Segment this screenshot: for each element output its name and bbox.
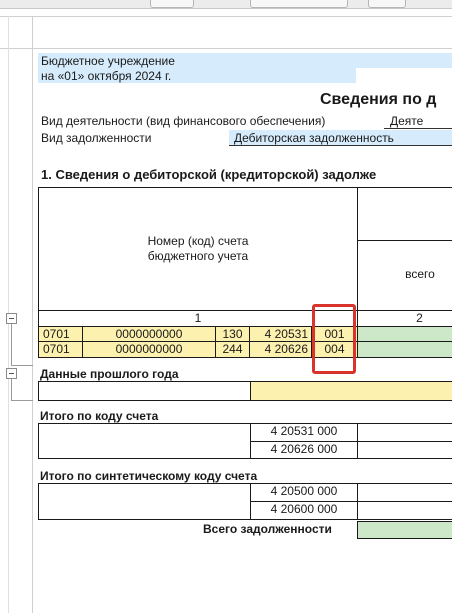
toolbar-button[interactable]	[150, 0, 194, 8]
col-number-1: 1	[38, 310, 358, 327]
col-number-2: 2	[357, 310, 452, 327]
col1-header-cell: Номер (код) счета бюджетного учета	[38, 187, 358, 311]
row2-c3[interactable]: 244	[215, 341, 250, 358]
grand-total-value	[357, 521, 452, 539]
gutter-divider	[32, 16, 33, 613]
total-by-account-label: Итого по коду счета	[40, 409, 159, 423]
debt-type-value[interactable]: Дебиторская задолженность	[234, 131, 394, 145]
row2-total[interactable]	[357, 341, 452, 358]
collapse-group-icon[interactable]	[6, 368, 17, 379]
total-by-account-value-2	[357, 441, 452, 459]
date-label: на «01» октября 2024 г.	[41, 69, 172, 83]
group-bracket-tick	[11, 400, 33, 401]
toolbar	[0, 0, 452, 9]
grid-line	[0, 48, 452, 49]
grid-line	[0, 16, 452, 17]
total-synthetic-label: Итого по синтетическому коду счета	[40, 469, 258, 483]
col2-header-cell: всего	[357, 240, 452, 311]
total-synthetic-value-2	[357, 501, 452, 520]
prev-year-left-cell	[38, 381, 251, 401]
report-title: Сведения по д	[320, 91, 437, 108]
total-synthetic-value-1	[357, 483, 452, 502]
grand-total-label: Всего задолженности	[203, 522, 332, 536]
row1-total[interactable]	[357, 326, 452, 342]
col1-header-line1: Номер (код) счета	[147, 234, 249, 248]
group-bracket-tick	[11, 365, 33, 366]
total-synthetic-code-2: 4 20600 000	[250, 501, 358, 520]
total-by-account-value-1	[357, 423, 452, 442]
col2-header-top	[357, 187, 452, 241]
collapse-group-icon[interactable]	[6, 313, 17, 324]
debt-type-label: Вид задолженности	[41, 131, 152, 145]
row1-c4[interactable]: 4 20531	[249, 326, 312, 342]
total-by-account-left	[38, 423, 251, 459]
row1-c2[interactable]: 0000000000	[82, 326, 216, 342]
col1-header-line2: бюджетного учета	[147, 249, 249, 263]
total-by-account-code-2: 4 20626 000	[250, 441, 358, 459]
group-bracket-line	[11, 379, 12, 401]
activity-label: Вид деятельности (вид финансового обеспе…	[41, 114, 326, 128]
row2-c2[interactable]: 0000000000	[82, 341, 216, 358]
total-synthetic-code-1: 4 20500 000	[250, 483, 358, 502]
row1-c1[interactable]: 0701	[38, 326, 83, 342]
total-synthetic-left	[38, 483, 251, 520]
total-by-account-code-1: 4 20531 000	[250, 423, 358, 442]
activity-value[interactable]: Деяте	[390, 114, 423, 128]
toolbar-button-group[interactable]	[250, 0, 348, 8]
group-bracket-line	[11, 324, 12, 366]
debt-type-underline	[229, 145, 452, 146]
row1-c3[interactable]: 130	[215, 326, 250, 342]
highlight-box	[312, 304, 356, 374]
col2-header-label: всего	[405, 267, 435, 281]
prev-year-label: Данные прошлого года	[40, 367, 179, 381]
toolbar-button[interactable]	[368, 0, 406, 8]
col-number-2-text: 2	[416, 311, 423, 325]
activity-underline	[384, 128, 452, 129]
prev-year-input[interactable]	[250, 381, 452, 401]
org-label: Бюджетное учреждение	[41, 54, 175, 68]
row2-c1[interactable]: 0701	[38, 341, 83, 358]
row2-c4[interactable]: 4 20626	[249, 341, 312, 358]
section-title: 1. Сведения о дебиторской (кредиторской)…	[41, 167, 377, 182]
